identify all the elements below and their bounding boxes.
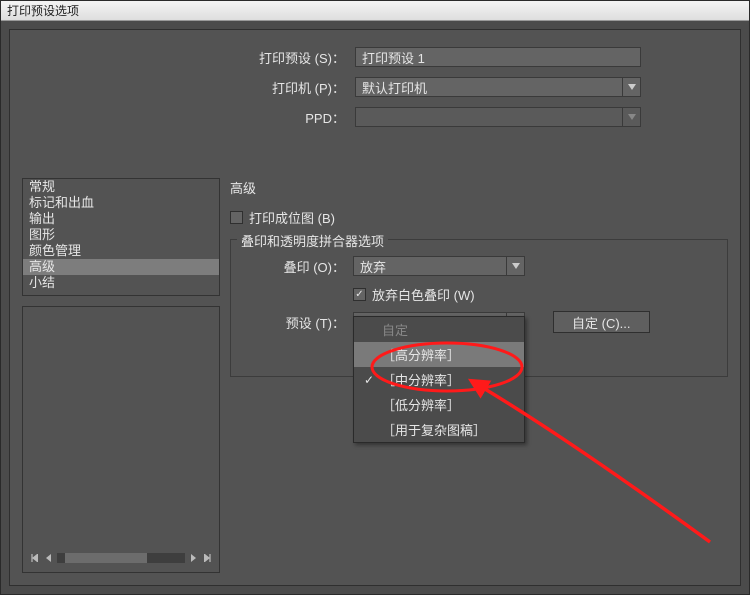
first-page-icon[interactable] [29, 553, 39, 563]
ppd-select [355, 107, 641, 127]
dropdown-item-complex-art[interactable]: ［用于复杂图稿］ [354, 417, 524, 442]
dialog-inner: 打印预设 (S)： 打印机 (P)： 默认打印机 PPD： [1, 21, 749, 594]
overprint-label: 叠印 (O)： [241, 257, 345, 276]
sidebar-item-output[interactable]: 输出 [23, 211, 219, 227]
printer-label: 打印机 (P)： [22, 78, 355, 97]
top-form: 打印预设 (S)： 打印机 (P)： 默认打印机 PPD： [22, 42, 728, 132]
print-preset-label: 打印预设 (S)： [22, 48, 355, 67]
advanced-title: 高级 [230, 178, 728, 197]
overprint-select-value: 放弃 [360, 257, 386, 276]
dropdown-item-high-res[interactable]: ［高分辨率］ [354, 342, 524, 367]
overprint-select[interactable]: 放弃 [353, 256, 525, 276]
sidebar-item-graphics[interactable]: 图形 [23, 227, 219, 243]
custom-button[interactable]: 自定 (C)... [553, 311, 650, 333]
sidebar-item-general[interactable]: 常规 [23, 179, 219, 195]
category-listbox[interactable]: 常规 标记和出血 输出 图形 颜色管理 高级 小结 [22, 178, 220, 296]
flattener-preset-dropdown[interactable]: 自定 ［高分辨率］ ✓ ［中分辨率］ ［低分辨率］ [353, 316, 525, 443]
sidebar-item-marks-bleed[interactable]: 标记和出血 [23, 195, 219, 211]
prev-page-icon[interactable] [43, 553, 53, 563]
preview-pane [22, 306, 220, 573]
sidebar-item-advanced[interactable]: 高级 [23, 259, 219, 275]
print-as-bitmap-label: 打印成位图 (B) [249, 208, 335, 227]
flattener-preset-label: 预设 (T)： [241, 313, 345, 332]
sidebar-item-summary[interactable]: 小结 [23, 275, 219, 291]
next-page-icon[interactable] [189, 553, 199, 563]
check-icon: ✓ [364, 373, 374, 387]
sidebar-item-color-mgmt[interactable]: 颜色管理 [23, 243, 219, 259]
scrubber-thumb[interactable] [65, 553, 147, 563]
page-scrubber[interactable] [57, 553, 185, 563]
custom-button-label: 自定 (C)... [572, 313, 631, 332]
window-title: 打印预设选项 [7, 2, 79, 19]
chevron-down-icon [622, 108, 640, 126]
dropdown-item-custom: 自定 [354, 317, 524, 342]
dialog-panel: 打印预设 (S)： 打印机 (P)： 默认打印机 PPD： [9, 29, 741, 586]
dropdown-item-medium-res[interactable]: ✓ ［中分辨率］ [354, 367, 524, 392]
dialog-window: 打印预设选项 打印预设 (S)： 打印机 (P)： 默认打印机 PPD： [0, 0, 750, 595]
ppd-label: PPD： [22, 108, 355, 127]
printer-select-value: 默认打印机 [362, 78, 427, 97]
discard-white-overprint-checkbox[interactable]: ✓ [353, 288, 366, 301]
printer-select[interactable]: 默认打印机 [355, 77, 641, 97]
advanced-pane: 高级 打印成位图 (B) 叠印和透明度拼合器选项 叠印 (O)： 放弃 [230, 178, 728, 573]
chevron-down-icon [506, 257, 524, 275]
print-preset-input[interactable] [355, 47, 641, 67]
preview-nav [29, 550, 213, 566]
discard-white-overprint-label: 放弃白色叠印 (W) [372, 285, 475, 304]
flattener-legend: 叠印和透明度拼合器选项 [237, 231, 388, 250]
print-as-bitmap-checkbox[interactable] [230, 211, 243, 224]
titlebar: 打印预设选项 [1, 1, 749, 21]
chevron-down-icon [622, 78, 640, 96]
flattener-group: 叠印和透明度拼合器选项 叠印 (O)： 放弃 ✓ 放弃白色叠印 (W) [230, 239, 728, 377]
dropdown-item-low-res[interactable]: ［低分辨率］ [354, 392, 524, 417]
last-page-icon[interactable] [203, 553, 213, 563]
